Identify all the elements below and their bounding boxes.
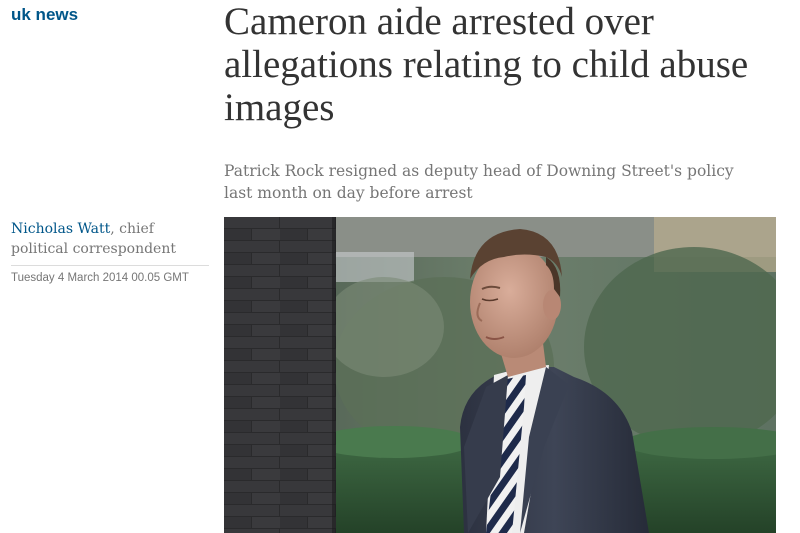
article-main-photo — [224, 217, 776, 533]
article-page: uk news Cameron aide arrested over alleg… — [0, 0, 800, 533]
section-link-uk-news[interactable]: uk news — [11, 5, 78, 25]
publication-date: Tuesday 4 March 2014 00.05 GMT — [11, 272, 189, 284]
author-link[interactable]: Nicholas Watt — [11, 221, 110, 237]
article-standfirst: Patrick Rock resigned as deputy head of … — [224, 162, 734, 202]
byline: Nicholas Watt, chief political correspon… — [11, 219, 211, 259]
article-headline: Cameron aide arrested over allegations r… — [224, 0, 749, 129]
byline-divider — [11, 265, 209, 266]
photo-man-in-suit-icon — [224, 217, 776, 533]
